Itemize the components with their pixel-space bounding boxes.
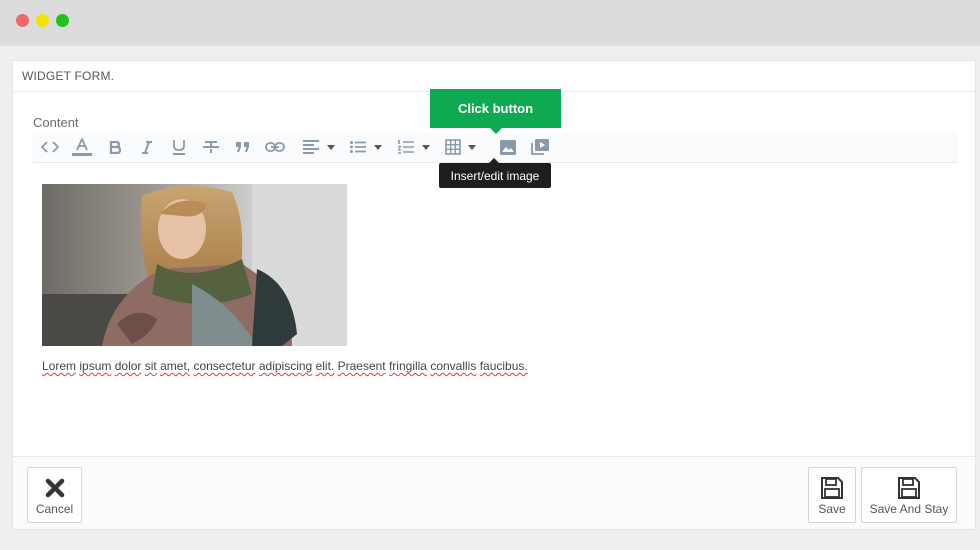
bullet-list-icon — [350, 141, 366, 153]
italic-button[interactable] — [137, 131, 157, 163]
insert-media-button[interactable] — [529, 131, 551, 163]
image-icon — [500, 139, 516, 155]
italic-icon — [141, 140, 153, 154]
strikethrough-button[interactable] — [201, 131, 221, 163]
floppy-disk-icon — [897, 474, 921, 502]
table-icon — [444, 139, 461, 155]
text-color-icon — [72, 138, 92, 156]
bold-icon — [109, 140, 121, 154]
blockquote-button[interactable] — [233, 131, 253, 163]
text-word: fringilla — [388, 359, 427, 373]
save-button[interactable]: Save — [808, 467, 856, 523]
link-icon — [265, 142, 285, 152]
editor-image[interactable] — [42, 184, 347, 346]
bold-button[interactable] — [105, 131, 125, 163]
text-word: consectetur — [193, 359, 256, 373]
text-word: amet, — [160, 359, 191, 373]
text-color-button[interactable] — [71, 131, 93, 163]
text-word: Lorem — [42, 359, 77, 373]
content-label: Content — [33, 115, 79, 130]
insert-image-tooltip: Insert/edit image — [439, 158, 551, 188]
link-button[interactable] — [263, 131, 287, 163]
floppy-disk-icon — [820, 474, 844, 502]
numbered-list-dropdown[interactable] — [394, 131, 434, 163]
text-word: ipsum — [79, 359, 112, 373]
align-left-icon — [303, 140, 319, 154]
table-dropdown[interactable] — [441, 131, 479, 163]
text-word: adipiscing — [258, 359, 313, 373]
text-word: faucibus. — [479, 359, 528, 373]
underline-button[interactable] — [169, 131, 189, 163]
media-icon — [531, 139, 549, 155]
panel-title: WIDGET FORM. — [13, 61, 975, 92]
cancel-button[interactable]: Cancel — [27, 467, 82, 523]
form-footer: Cancel Save Save And Stay — [13, 456, 975, 529]
click-button-callout: Click button — [430, 89, 561, 134]
save-and-stay-label: Save And Stay — [869, 502, 949, 516]
text-word: Praesent — [337, 359, 386, 373]
align-dropdown[interactable] — [299, 131, 339, 163]
source-code-icon — [41, 141, 59, 153]
woman-photo-image — [42, 184, 347, 346]
close-window-button[interactable] — [16, 14, 29, 27]
insert-image-button[interactable] — [498, 131, 518, 163]
window-titlebar — [0, 0, 980, 46]
save-label: Save — [818, 502, 846, 516]
blockquote-icon — [236, 142, 250, 152]
minimize-window-button[interactable] — [36, 14, 49, 27]
chevron-down-icon — [422, 144, 430, 150]
text-word: sit — [144, 359, 157, 373]
numbered-list-icon — [398, 140, 414, 154]
chevron-down-icon — [374, 144, 382, 150]
editor-body-text[interactable]: Lorem ipsum dolor sit amet, consectetur … — [42, 359, 528, 373]
text-word: dolor — [114, 359, 142, 373]
close-icon — [45, 474, 65, 502]
save-and-stay-button[interactable]: Save And Stay — [861, 467, 957, 523]
text-word: convallis — [430, 359, 477, 373]
chevron-down-icon — [467, 144, 476, 150]
maximize-window-button[interactable] — [56, 14, 69, 27]
cancel-label: Cancel — [35, 502, 74, 516]
chevron-down-icon — [327, 144, 335, 150]
underline-icon — [172, 139, 186, 155]
bullet-list-dropdown[interactable] — [346, 131, 386, 163]
text-word: elit. — [315, 359, 335, 373]
strikethrough-icon — [203, 140, 219, 154]
source-code-button[interactable] — [39, 131, 61, 163]
